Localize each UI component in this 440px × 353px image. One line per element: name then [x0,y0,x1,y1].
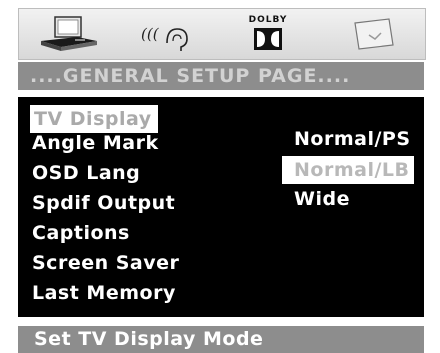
menu-item-angle-mark[interactable]: Angle Mark [32,129,159,157]
preference-setup-icon[interactable] [345,15,401,53]
menu-item-captions[interactable]: Captions [32,219,130,247]
menu-item-osd-lang[interactable]: OSD Lang [32,159,140,187]
menu-item-screen-saver[interactable]: Screen Saver [32,249,179,277]
general-setup-icon[interactable] [37,15,101,53]
setup-toolbar: ((( DOLBY [18,8,426,60]
svg-text:(((: ((( [141,25,160,43]
status-bar: Set TV Display Mode [18,326,424,353]
option-normal-ps[interactable]: Normal/PS [294,125,411,153]
status-text: Set TV Display Mode [34,328,264,350]
page-title: ....GENERAL SETUP PAGE.... [30,65,351,87]
option-normal-lb[interactable]: Normal/LB [282,156,414,184]
dolby-digital-setup-icon[interactable]: DOLBY [245,15,291,53]
menu-item-spdif-output[interactable]: Spdif Output [32,189,175,217]
menu-item-last-memory[interactable]: Last Memory [32,279,176,307]
setup-menu-panel: TV Display Angle Mark OSD Lang Spdif Out… [18,97,424,317]
option-wide[interactable]: Wide [294,185,350,213]
audio-setup-icon[interactable]: ((( [137,15,197,53]
page-title-bar: ....GENERAL SETUP PAGE.... [18,62,424,90]
